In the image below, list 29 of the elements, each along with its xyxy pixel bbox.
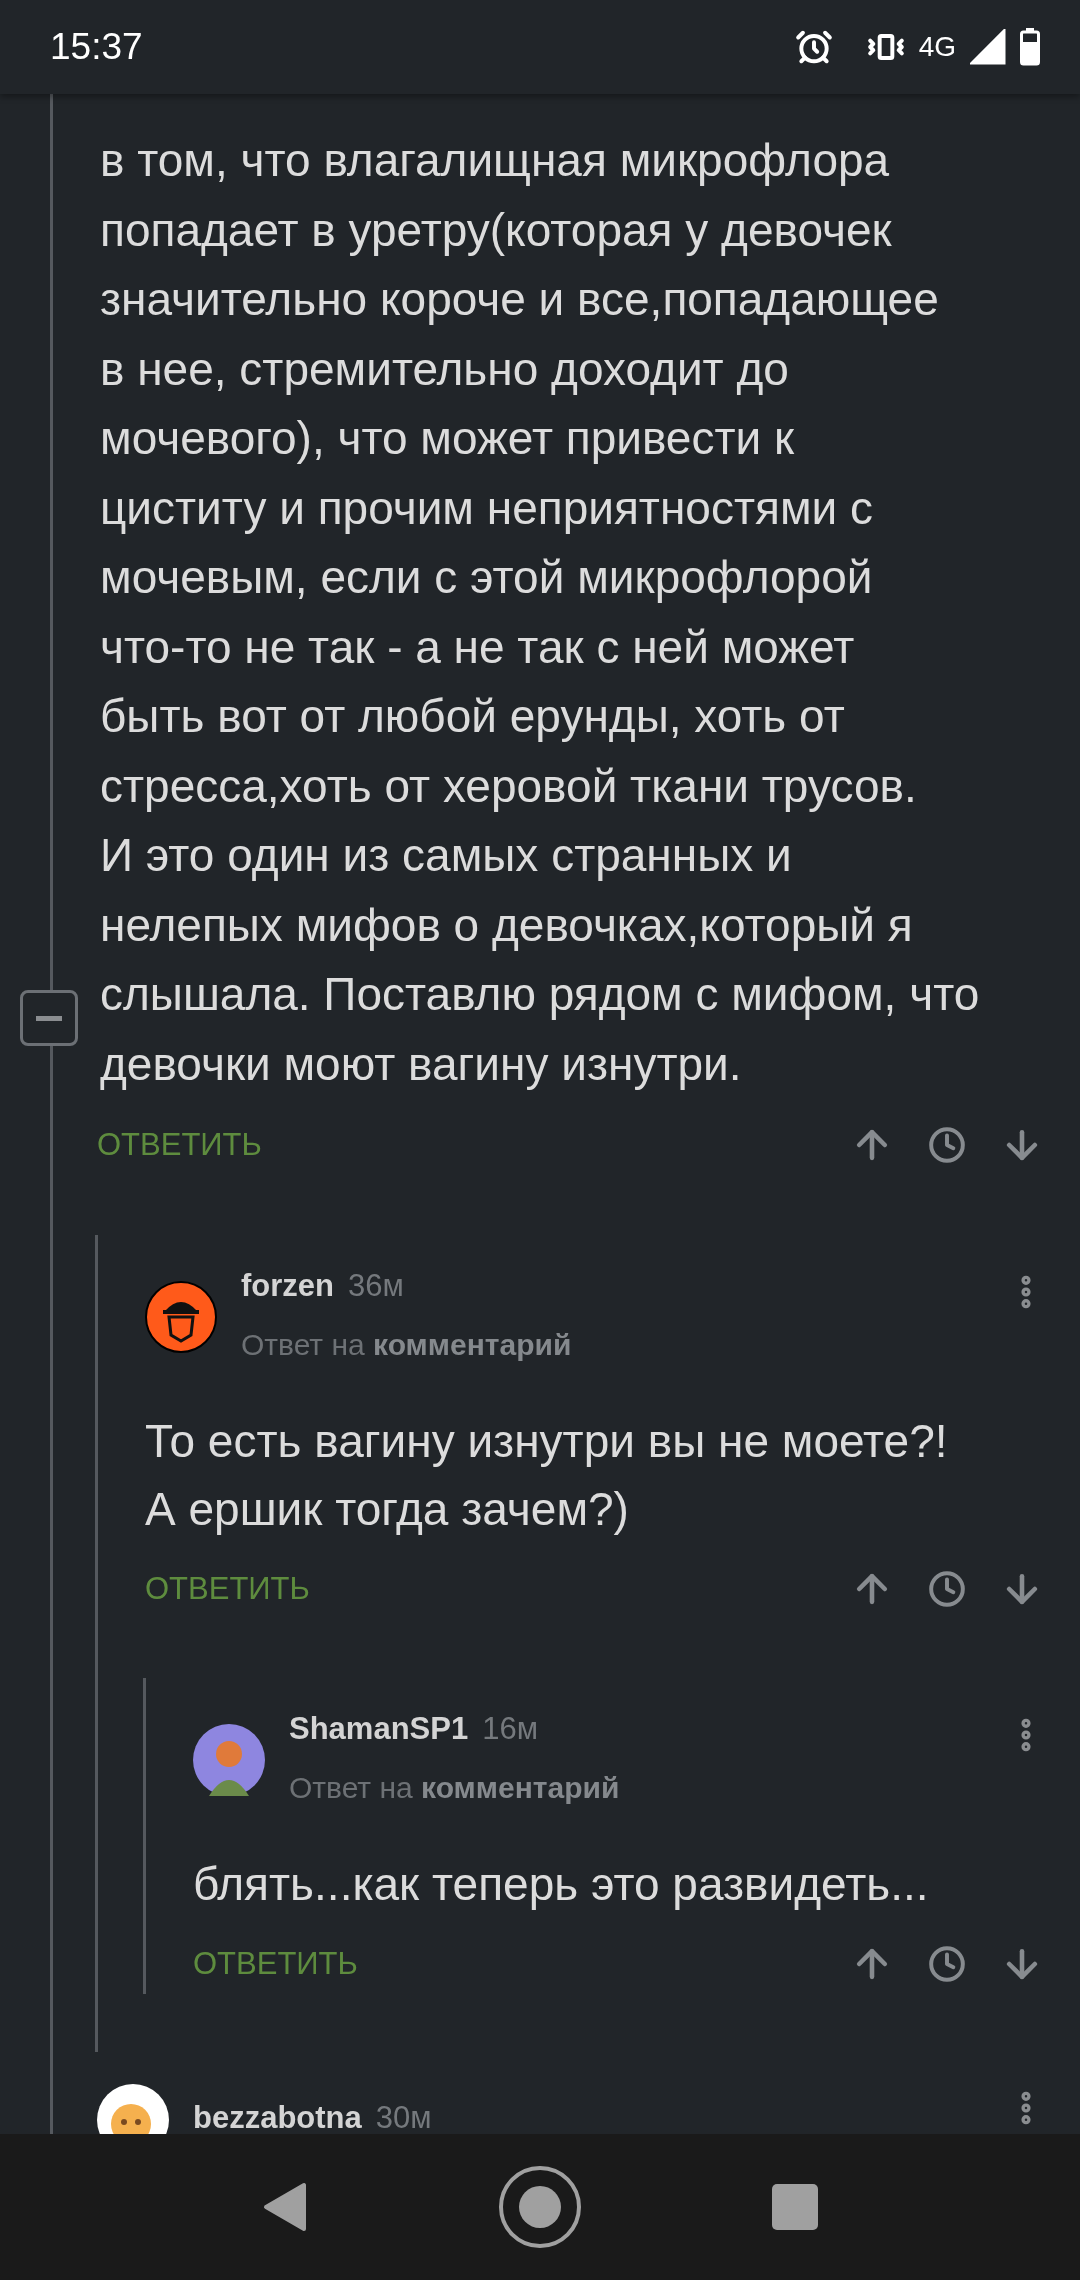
clock-icon[interactable] <box>928 1945 966 1983</box>
author-name[interactable]: forzen <box>241 1268 334 1304</box>
alarm-icon <box>794 28 833 66</box>
back-icon[interactable] <box>262 2182 308 2232</box>
author-name[interactable]: bezzabotna <box>193 2100 362 2134</box>
comment-age: 16м <box>482 1711 538 1747</box>
reply-to-text: Ответ на комментарий <box>289 1770 621 1806</box>
reply-link[interactable]: ОТВЕТИТЬ <box>97 1127 850 1163</box>
battery-icon <box>1020 28 1040 66</box>
comment-link[interactable]: комментарий <box>373 1328 572 1361</box>
signal-icon <box>970 29 1006 65</box>
clock-icon[interactable] <box>928 1126 966 1164</box>
reply-to-text: Ответ на комментарий <box>241 1327 573 1363</box>
clock-time: 15:37 <box>50 26 144 68</box>
author-name[interactable]: ShamanSP1 <box>289 1711 469 1747</box>
comment-age: 36м <box>348 1268 404 1304</box>
avatar[interactable] <box>145 1280 217 1353</box>
minus-icon <box>36 1015 62 1021</box>
network-type: 4G <box>918 31 956 63</box>
reply-link[interactable]: ОТВЕТИТЬ <box>193 1946 850 1982</box>
comment-text: в том, что влагалищная микрофлора попадает в уретру(которая у девочек значительно короче и все,попадающее в нее, стремительно доходит до мочевого), что может привести к циститу и прочим неприятностями с мочевым, если с этой микрофлорой что-то не так - а не так с ней может быть вот от любой ерунды, хоть от стресса,хоть от херовой ткани трусов. И это один из самых странных и нелепых мифов о девочках,который я слышала. Поставлю рядом с мифом, что девочки моют вагину изнутри. <box>100 133 981 1092</box>
collapse-button[interactable] <box>20 990 78 1046</box>
comment-text: То есть вагину изнутри вы не моете?! А ершик тогда зачем?) <box>145 1414 949 1537</box>
reply-link[interactable]: ОТВЕТИТЬ <box>145 1571 850 1607</box>
home-icon[interactable] <box>498 2165 582 2249</box>
comment-text: блять...как теперь это развидеть... <box>193 1857 930 1912</box>
comment-link[interactable]: комментарий <box>421 1771 620 1804</box>
comment-age: 30м <box>375 2100 432 2134</box>
clock-icon[interactable] <box>928 1570 966 1608</box>
